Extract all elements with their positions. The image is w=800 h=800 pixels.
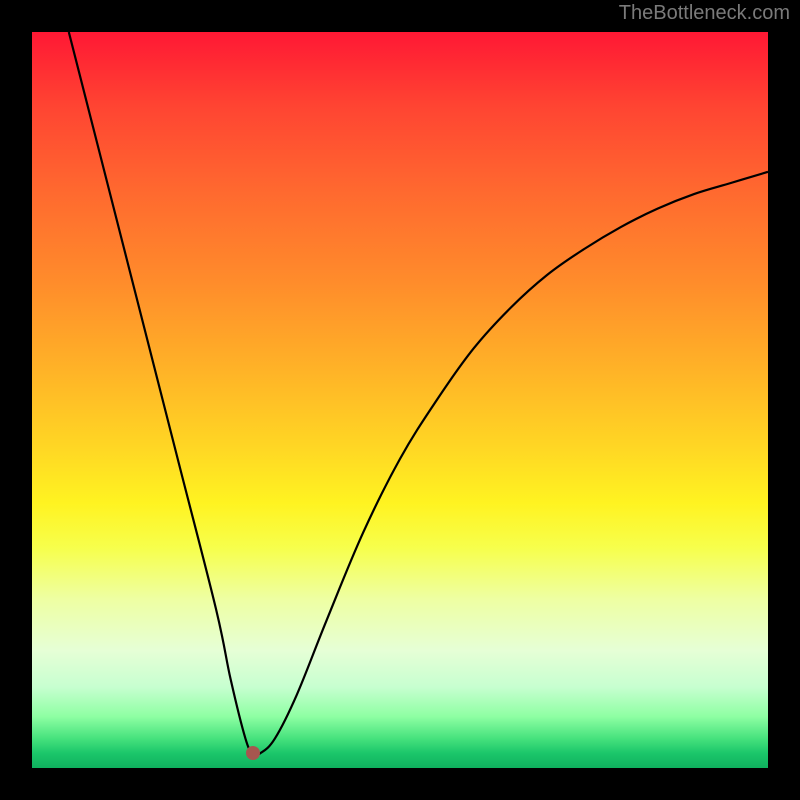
- bottleneck-curve: [32, 32, 768, 768]
- optimal-point-marker: [246, 746, 260, 760]
- watermark-text: TheBottleneck.com: [619, 2, 790, 25]
- figure-canvas: TheBottleneck.com: [0, 0, 800, 800]
- plot-area: [32, 32, 768, 768]
